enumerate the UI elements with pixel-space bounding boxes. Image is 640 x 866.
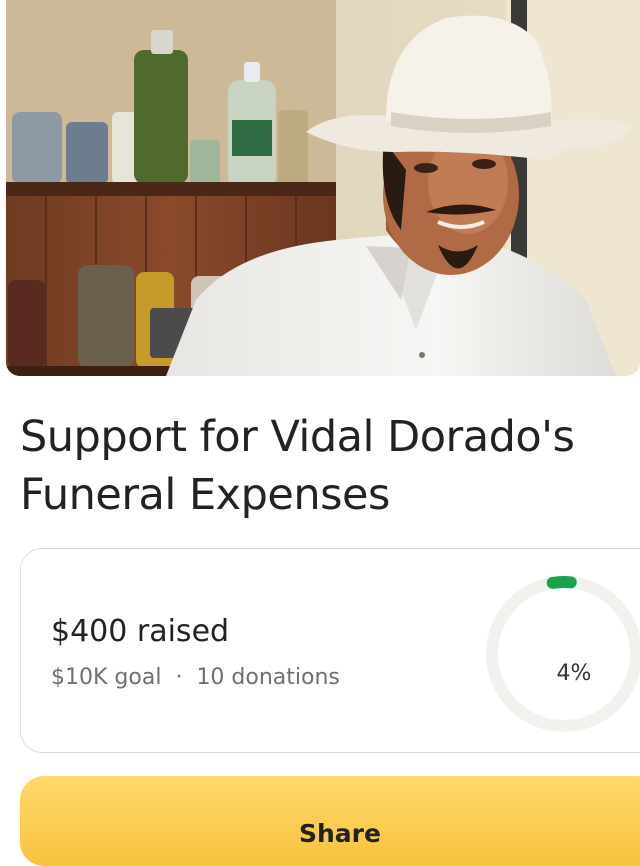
progress-ring-track xyxy=(486,576,640,732)
goal-and-donations: $10K goal · 10 donations xyxy=(51,665,340,690)
meta-separator: · xyxy=(175,665,183,690)
progress-ring: 4% xyxy=(481,571,640,737)
progress-ring-graphic xyxy=(486,576,640,732)
campaign-photo-illustration xyxy=(6,0,640,376)
campaign-photo xyxy=(6,0,640,376)
donation-count: 10 donations xyxy=(196,665,340,690)
page-title: Support for Vidal Dorado's Funeral Expen… xyxy=(20,412,575,520)
amount-raised: $400 raised xyxy=(51,614,230,649)
progress-percent: 4% xyxy=(556,661,592,686)
goal-amount: $10K goal xyxy=(51,665,162,690)
donation-progress-card: $400 raised $10K goal · 10 donations 4% xyxy=(20,548,640,753)
